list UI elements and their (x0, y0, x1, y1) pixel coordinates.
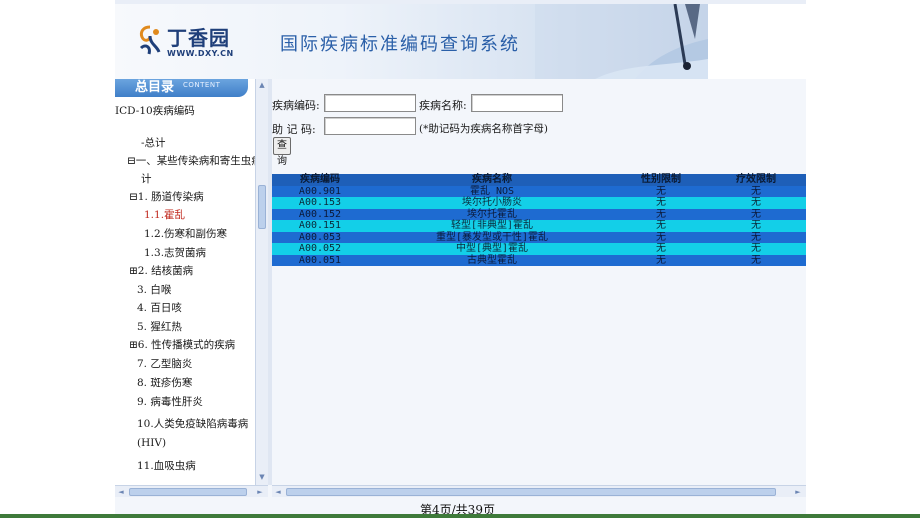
tree-item[interactable]: 10.人类免疫缺陷病毒病 (137, 416, 248, 431)
scroll-thumb[interactable] (258, 185, 266, 229)
tree-item[interactable]: 1.2.伤寒和副伤寒 (144, 226, 227, 241)
tree-item[interactable]: -总计 (141, 135, 166, 150)
cell-sex: 无 (656, 185, 666, 197)
browser-window: 丁香园 WWW.DXY.CN 国际疾病标准编码查询系统 总目录 CONTENT … (115, 0, 806, 518)
column-header-name: 疾病名称 (472, 174, 512, 185)
scroll-left-icon[interactable]: ◄ (273, 487, 283, 497)
tree-heading-text: 总目录 (135, 80, 175, 95)
cell-effect: 无 (751, 185, 761, 197)
mnemonic-input[interactable] (324, 117, 416, 135)
tree-item[interactable]: 11.血吸虫病 (137, 458, 196, 473)
scroll-thumb[interactable] (129, 488, 247, 496)
scroll-down-icon[interactable]: ▼ (257, 472, 267, 482)
cell-sex: 无 (656, 220, 666, 231)
system-title: 国际疾病标准编码查询系统 (280, 34, 520, 55)
scroll-right-icon[interactable]: ► (793, 487, 803, 497)
name-input[interactable] (471, 94, 563, 112)
table-header-row: 疾病编码 疾病名称 性别限制 疗效限制 (272, 174, 806, 186)
cell-name: 古典型霍乱 (467, 254, 517, 266)
cell-code: A00.901 (298, 185, 342, 197)
cell-sex: 无 (656, 254, 666, 266)
tree-item[interactable]: 4. 百日咳 (137, 300, 182, 315)
cell-name: 埃尔托霍乱 (467, 208, 517, 220)
tree-item[interactable]: 8. 斑疹伤寒 (137, 375, 192, 390)
table-row[interactable]: A00.151 轻型[非典型]霍乱 无 无 (272, 220, 806, 232)
results-horizontal-scrollbar[interactable]: ◄ ► (272, 485, 806, 497)
cell-name: 中型[典型]霍乱 (455, 243, 529, 254)
tree-item[interactable]: ⊞2. 结核菌病 (129, 263, 193, 278)
tree-item[interactable]: 3. 白喉 (137, 282, 171, 297)
tree-panel: 总目录 CONTENT ICD-10疾病编码 -总计 ⊟一、某些传染病和寄生虫病… (115, 79, 268, 485)
cell-name: 重型[暴发型或干性]霍乱 (435, 231, 549, 243)
cell-effect: 无 (751, 243, 761, 254)
cell-sex: 无 (656, 208, 666, 220)
scroll-right-icon[interactable]: ► (255, 487, 265, 497)
logo-icon (139, 25, 161, 55)
table-row[interactable]: A00.901 霍乱 NOS 无 无 (272, 185, 806, 197)
tree-item[interactable]: 7. 乙型脑炎 (137, 356, 192, 371)
cell-sex: 无 (656, 231, 666, 243)
mnemonic-label: 助 记 码: (272, 123, 316, 136)
cell-sex: 无 (656, 243, 666, 254)
cell-code: A00.052 (298, 243, 342, 254)
cell-effect: 无 (751, 231, 761, 243)
cell-code: A00.151 (298, 220, 342, 231)
cell-effect: 无 (751, 197, 761, 208)
tree-item[interactable]: 5. 猩红热 (137, 319, 182, 334)
left-margin (0, 0, 115, 518)
tree-root[interactable]: ICD-10疾病编码 (115, 103, 195, 118)
tree-item[interactable]: ⊟一、某些传染病和寄生虫病小 (127, 153, 268, 168)
tree-item: (HIV) (137, 437, 167, 449)
tree-item[interactable]: 1.3.志贺菌病 (144, 245, 206, 260)
results-table: 疾病编码 疾病名称 性别限制 疗效限制 A00.901 霍乱 NOS 无 无 A… (272, 174, 806, 266)
cell-effect: 无 (751, 220, 761, 231)
cell-sex: 无 (656, 197, 666, 208)
tree-vertical-scrollbar[interactable]: ▲ ▼ (255, 79, 268, 485)
cell-effect: 无 (751, 254, 761, 266)
table-row[interactable]: A00.153 埃尔托小肠炎 无 无 (272, 197, 806, 209)
cell-effect: 无 (751, 208, 761, 220)
banner-decoration (535, 4, 708, 79)
scroll-up-icon[interactable]: ▲ (257, 80, 267, 90)
tree-heading-sub: CONTENT (183, 81, 221, 89)
cell-name: 埃尔托小肠炎 (462, 197, 522, 208)
tree-item[interactable]: 9. 病毒性肝炎 (137, 394, 203, 409)
tree-heading: 总目录 CONTENT (115, 79, 248, 97)
query-button[interactable]: 查询 (273, 137, 291, 167)
table-row[interactable]: A00.051 古典型霍乱 无 无 (272, 254, 806, 266)
cell-code: A00.152 (298, 208, 342, 220)
cell-name: 霍乱 NOS (469, 185, 515, 197)
table-row[interactable]: A00.152 埃尔托霍乱 无 无 (272, 208, 806, 220)
tree-item[interactable]: ⊟1. 肠道传染病 (129, 189, 204, 204)
table-row[interactable]: A00.052 中型[典型]霍乱 无 无 (272, 243, 806, 255)
name-label: 疾病名称: (419, 99, 467, 112)
tree-item[interactable]: ⊞6. 性传播模式的疾病 (129, 337, 235, 352)
slide-stage: 丁香园 WWW.DXY.CN 国际疾病标准编码查询系统 总目录 CONTENT … (0, 0, 920, 518)
mnemonic-hint: (*助记码为疾病名称首字母) (419, 123, 548, 135)
code-label: 疾病编码: (272, 99, 320, 112)
scroll-left-icon[interactable]: ◄ (116, 487, 126, 497)
logo-url: WWW.DXY.CN (167, 49, 234, 58)
header-banner: 丁香园 WWW.DXY.CN 国际疾病标准编码查询系统 (115, 4, 708, 79)
tree-item-selected[interactable]: 1.1.霍乱 (144, 207, 185, 222)
right-margin (806, 0, 920, 518)
column-header-effect: 疗效限制 (736, 174, 776, 185)
scroll-thumb[interactable] (286, 488, 776, 496)
table-row[interactable]: A00.053 重型[暴发型或干性]霍乱 无 无 (272, 231, 806, 243)
bottom-edge (0, 514, 920, 518)
column-header-code: 疾病编码 (300, 174, 340, 185)
cell-code: A00.053 (298, 231, 342, 243)
logo-name: 丁香园 (167, 26, 230, 50)
tree-item: 计 (141, 173, 152, 185)
code-input[interactable] (324, 94, 416, 112)
column-header-sex: 性别限制 (641, 174, 681, 185)
cell-code: A00.153 (298, 197, 342, 208)
cell-name: 轻型[非典型]霍乱 (450, 220, 534, 231)
tree-horizontal-scrollbar[interactable]: ◄ ► (115, 485, 268, 497)
frame-divider[interactable] (268, 79, 272, 485)
cell-code: A00.051 (298, 254, 342, 266)
banner-right-blank (708, 4, 806, 79)
